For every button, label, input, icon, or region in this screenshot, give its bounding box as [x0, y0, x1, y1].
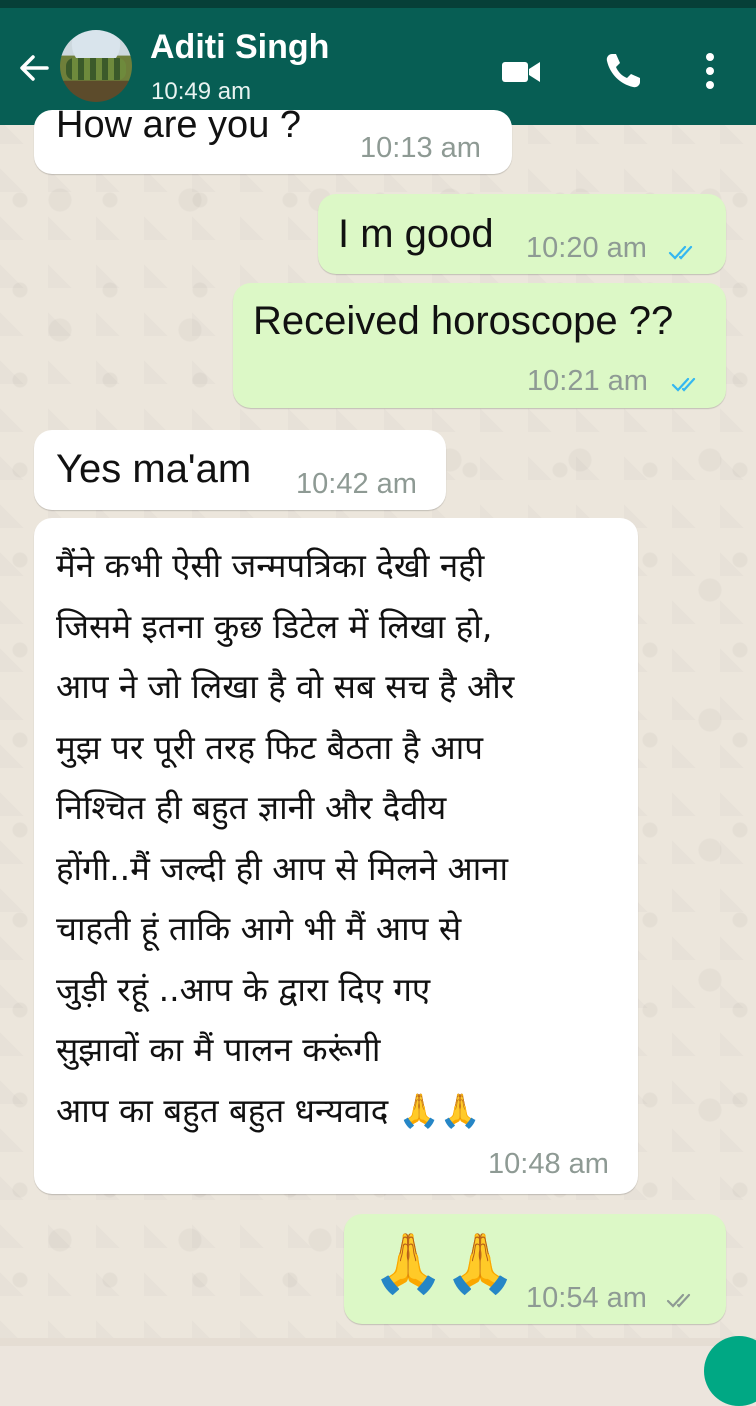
- message-time: 10:42 am: [296, 468, 417, 500]
- message-text: Received horoscope ??: [253, 299, 674, 343]
- outgoing-message[interactable]: I m good 10:20 am: [318, 194, 726, 274]
- message-time: 10:20 am: [526, 232, 647, 264]
- voice-call-icon[interactable]: [600, 48, 646, 94]
- sent-ticks-icon: [666, 1293, 691, 1308]
- message-time: 10:21 am: [527, 365, 648, 397]
- more-menu-icon[interactable]: [696, 48, 742, 94]
- contact-name[interactable]: Aditi Singh: [150, 28, 329, 67]
- incoming-message[interactable]: मैंने कभी ऐसी जन्मपत्रिका देखी नही जिसमे…: [34, 518, 638, 1194]
- message-time: 10:48 am: [488, 1148, 609, 1180]
- avatar[interactable]: [60, 30, 132, 102]
- incoming-message[interactable]: Yes ma'am 10:42 am: [34, 430, 446, 510]
- message-text: How are you ?: [56, 104, 302, 146]
- incoming-message[interactable]: How are you ? 10:13 am: [34, 104, 512, 174]
- message-text: I m good: [338, 212, 494, 256]
- message-text: Yes ma'am: [56, 447, 252, 491]
- message-time: 10:13 am: [360, 132, 481, 164]
- input-bar-edge: [0, 1338, 756, 1346]
- message-time: 10:54 am: [526, 1282, 647, 1314]
- message-text: मैंने कभी ऐसी जन्मपत्रिका देखी नही जिसमे…: [56, 546, 515, 1130]
- back-arrow-icon[interactable]: [14, 48, 54, 88]
- read-ticks-icon: [671, 377, 696, 392]
- video-call-icon[interactable]: [498, 48, 544, 94]
- send-button-edge[interactable]: [704, 1336, 756, 1406]
- status-bar: [0, 0, 756, 8]
- message-text: 🙏🙏: [372, 1231, 517, 1296]
- last-seen-time: 10:49 am: [151, 78, 252, 105]
- read-ticks-icon: [668, 245, 693, 260]
- outgoing-message[interactable]: 🙏🙏 10:54 am: [344, 1214, 726, 1324]
- outgoing-message[interactable]: Received horoscope ?? 10:21 am: [233, 283, 726, 408]
